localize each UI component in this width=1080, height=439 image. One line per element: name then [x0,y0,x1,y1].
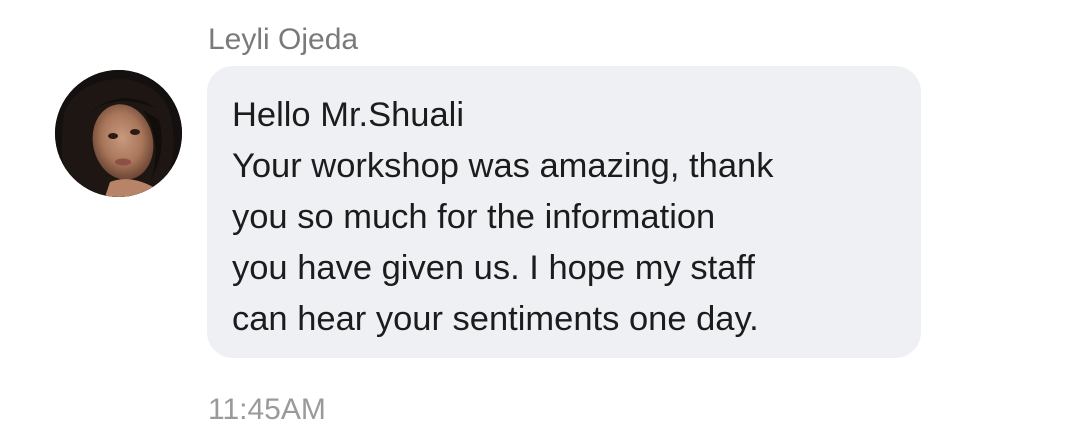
message-line: you so much for the information [232,198,716,236]
profile-photo-icon [55,70,182,197]
message-timestamp: 11:45AM [208,393,326,426]
sender-avatar[interactable] [55,70,182,197]
message-line: can hear your sentiments one day. [232,300,759,338]
message-line: you have given us. I hope my staff [232,249,755,287]
message-bubble[interactable]: Hello Mr.Shuali Your workshop was amazin… [207,66,921,358]
message-line: Your workshop was amazing, thank [232,147,774,185]
message-line: Hello Mr.Shuali [232,96,465,134]
sender-name: Leyli Ojeda [208,23,359,56]
